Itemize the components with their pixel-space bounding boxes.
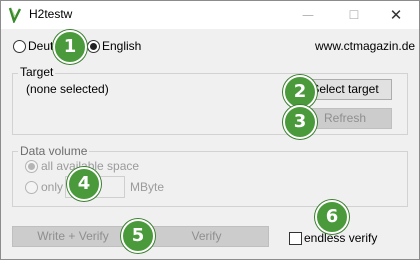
website-label: www.ctmagazin.de [315,39,416,53]
annotation-badge-4: 4 [67,167,101,201]
endless-verify-label[interactable]: endless verify [304,231,377,245]
minimize-icon[interactable]: — [285,1,331,29]
annotation-badge-1: 1 [53,30,87,64]
annotation-badge-2: 2 [283,75,317,109]
annotation-badge-6: 6 [315,200,349,234]
annotation-badge-3: 3 [283,105,317,139]
data-volume-group-title: Data volume [18,144,90,158]
annotation-badge-5: 5 [121,219,155,253]
language-label-english[interactable]: English [102,39,141,53]
close-icon[interactable]: ✕ [373,1,419,29]
only-label[interactable]: only [41,180,63,194]
language-radio-english[interactable] [87,40,100,53]
verify-label: Verify [191,229,222,243]
all-space-radio[interactable] [25,160,38,173]
h2testw-window: H2testw — ☐ ✕ Deuts English www.ctmagazi… [0,0,420,260]
target-selection-text: (none selected) [26,82,109,96]
maximize-icon[interactable]: ☐ [331,1,377,29]
window-title: H2testw [29,7,73,21]
write-verify-label: Write + Verify [37,229,109,243]
language-radio-deutsch[interactable] [13,40,26,53]
mbyte-unit-label: MByte [130,180,165,194]
only-radio[interactable] [25,181,38,194]
target-group-title: Target [18,65,56,79]
app-icon [8,7,22,23]
endless-verify-checkbox[interactable] [289,232,302,245]
title-bar[interactable]: H2testw — ☐ ✕ [1,1,419,29]
